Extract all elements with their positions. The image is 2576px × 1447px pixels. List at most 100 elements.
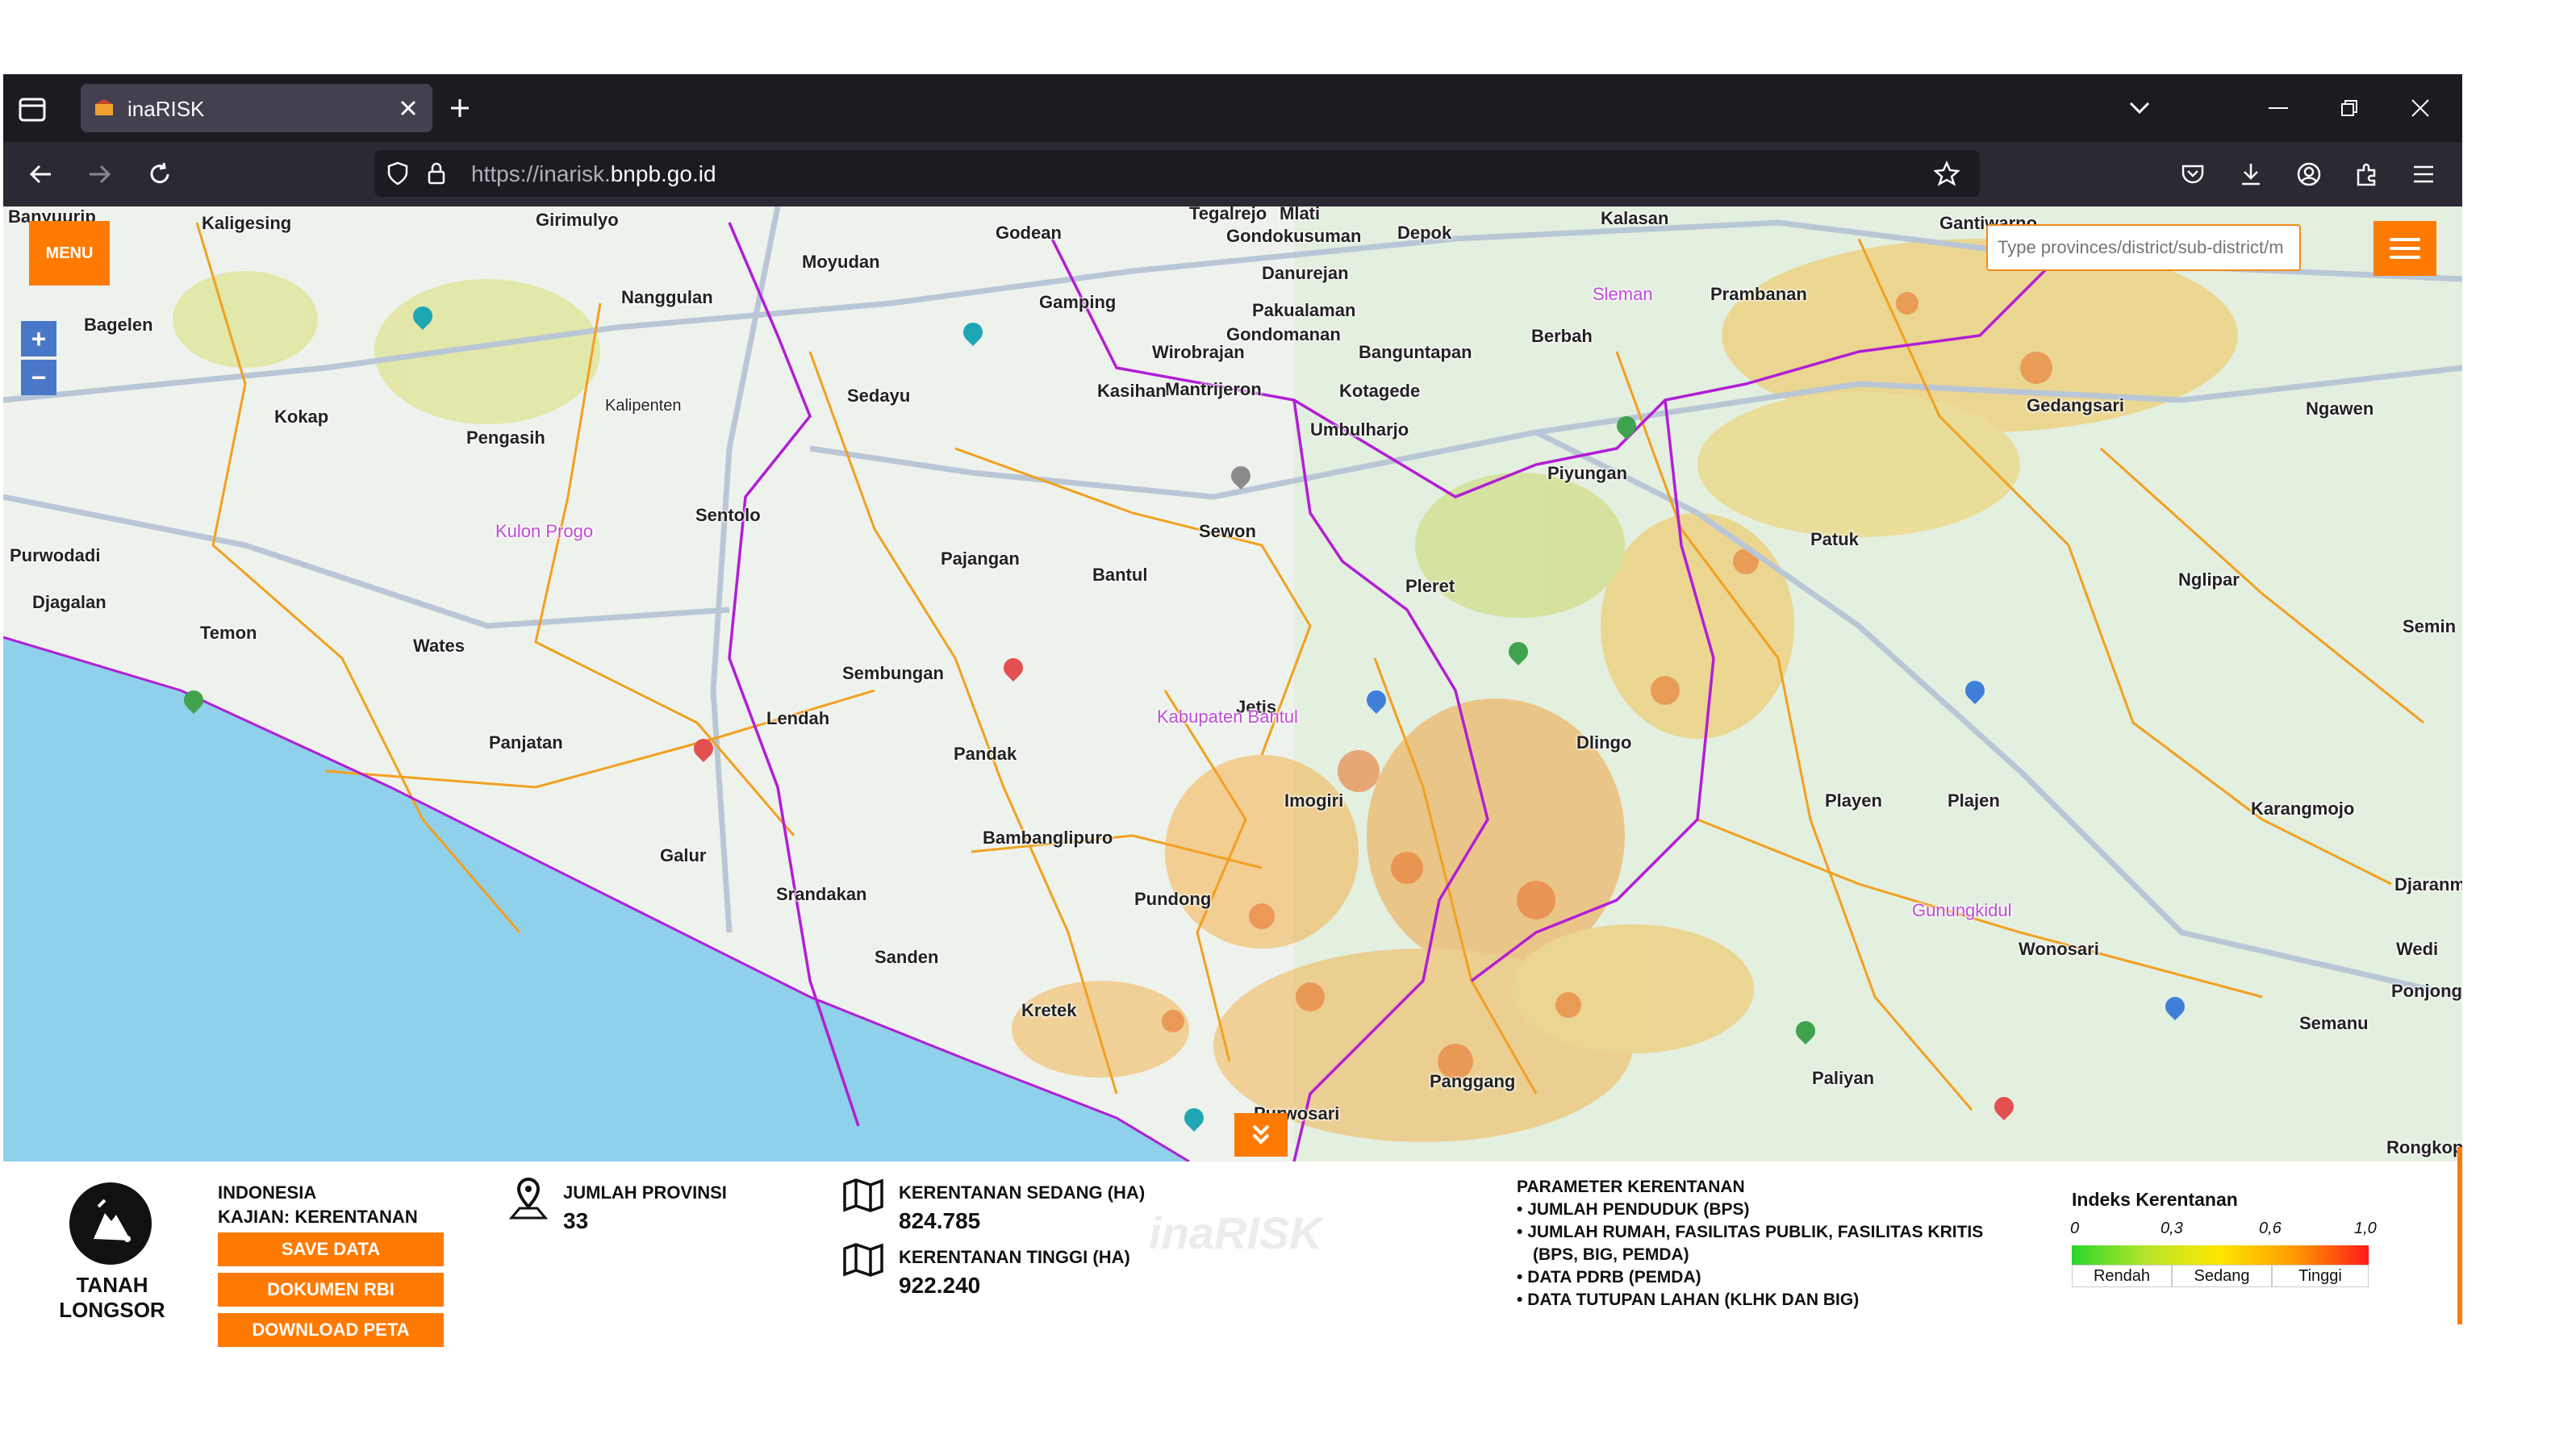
active-tab[interactable]: inaRISK [81,84,432,132]
place-label: Sembungan [842,663,944,683]
place-label: Galur [660,845,707,865]
place-label: Lendah [766,708,830,728]
place-label: Depok [1397,223,1452,243]
parameter-text: JUMLAH PENDUDUK (BPS) [1527,1200,1750,1219]
place-label: Piyungan [1547,463,1628,483]
place-label: Ponjong [2391,981,2462,1001]
place-label: Dlingo [1576,732,1632,753]
place-label: Kabupaten Bantul [1157,707,1298,727]
hamburger-line [2390,256,2420,259]
save-data-button[interactable]: SAVE DATA [218,1232,444,1266]
legend-class-medium: Sedang [2172,1265,2272,1287]
place-label: Nglipar [2178,569,2240,590]
place-label: Gondokusuman [1226,226,1362,246]
place-label: Girimulyo [536,210,619,230]
collapse-panel-button[interactable] [1234,1113,1288,1157]
place-label: Panggang [1430,1071,1516,1091]
region-search-input[interactable] [1986,224,2301,271]
pocket-icon[interactable] [2177,158,2209,190]
app-menu-icon[interactable] [2407,158,2440,190]
place-label: Plajen [1948,790,2000,811]
place-label: Wates [413,636,465,656]
rbi-document-button[interactable]: DOKUMEN RBI [218,1273,444,1307]
place-label: Sanden [875,947,939,967]
region-label: INDONESIA [218,1182,317,1203]
legend-gradient-bar [2072,1245,2369,1265]
navigation-bar: https://inarisk.bnpb.go.id [3,142,2462,206]
tab-overview-icon[interactable] [18,95,47,124]
layers-menu-button[interactable] [2374,221,2436,276]
place-label: Purwodadi [10,545,101,565]
place-label: Rongkop [2386,1137,2462,1157]
url-bar[interactable]: https://inarisk.bnpb.go.id [374,150,1980,197]
double-chevron-down-icon [1252,1124,1270,1145]
place-label: Godean [996,223,1062,243]
extensions-icon[interactable] [2351,158,2383,190]
list-all-tabs-icon[interactable] [2123,92,2156,124]
place-label: Gamping [1039,292,1117,312]
place-label: Bantul [1092,565,1148,585]
place-label: Semin [2403,616,2457,636]
legend-tick: 0 [2070,1220,2080,1237]
minimize-icon[interactable] [2262,92,2294,124]
account-icon[interactable] [2293,158,2325,190]
place-label: Pengasih [466,427,545,448]
place-label: Srandakan [776,884,867,904]
place-label: Imogiri [1284,790,1344,811]
shield-icon[interactable] [384,160,411,187]
parameter-item-continued: (BPS, BIG, PEMDA) [1533,1245,1689,1264]
place-label: Mantrijeron [1165,379,1262,399]
place-label: Playen [1825,790,1882,811]
back-icon[interactable] [24,158,56,190]
url-text[interactable]: https://inarisk.bnpb.go.id [471,161,716,187]
place-label: Panjatan [489,732,563,753]
forward-icon[interactable] [84,158,116,190]
legend-tick: 1,0 [2354,1220,2377,1237]
place-label: Kaligesing [202,213,292,233]
url-prefix: https://inarisk. [471,161,611,186]
place-label: Banguntapan [1359,342,1472,362]
place-label: Kokap [274,407,329,427]
downloads-icon[interactable] [2235,158,2267,190]
legend-title: Indeks Kerentanan [2072,1189,2238,1210]
restore-icon[interactable] [2333,92,2365,124]
legend-tick: 0,3 [2161,1220,2183,1237]
parameter-text: DATA PDRB (PEMDA) [1527,1268,1701,1286]
place-label: Mlati [1280,206,1321,223]
place-label: Djaranma [2394,874,2462,894]
parameter-text: DATA TUTUPAN LAHAN (KLHK DAN BIG) [1527,1291,1860,1309]
zoom-out-button[interactable]: − [21,360,56,395]
place-label: Gunungkidul [1912,900,2012,920]
hamburger-line [2390,247,2420,250]
place-label: Pandak [954,744,1017,764]
parameter-text: JUMLAH RUMAH, FASILITAS PUBLIK, FASILITA… [1527,1223,1984,1241]
inarisk-favicon-icon [94,98,115,119]
map-viewport[interactable]: Banyuurip Kaligesing Girimulyo Moyudan G… [3,206,2462,1161]
download-map-button[interactable]: DOWNLOAD PETA [218,1313,444,1347]
place-label: Wirobrajan [1152,342,1245,362]
lock-icon[interactable] [423,160,450,187]
place-label: Pundong [1134,889,1212,909]
close-window-icon[interactable] [2404,92,2436,124]
place-label: Kulon Progo [495,521,594,541]
place-label: Sleman [1593,284,1653,304]
browser-window: inaRISK https://inarisk.bnpb.go.id Banyu… [3,74,2462,1376]
place-label: Sewon [1199,521,1256,541]
place-label: Pleret [1405,576,1455,596]
map-medium-icon [842,1178,884,1213]
reload-icon[interactable] [144,158,176,190]
place-label: Bambanglipuro [983,828,1113,848]
place-label: Pakualaman [1252,300,1356,320]
place-label: Kotagede [1339,381,1421,401]
close-tab-icon[interactable] [395,95,421,121]
menu-button[interactable]: MENU [29,221,110,286]
place-label: Nanggulan [621,287,713,307]
medium-vulnerability-label: KERENTANAN SEDANG (HA) [899,1182,1146,1203]
bookmark-star-icon[interactable] [1931,158,1962,189]
tab-title: inaRISK [127,97,205,121]
place-label: Semanu [2299,1013,2369,1033]
info-panel: inaRISK TANAH LONGSOR INDONESIA KAJIAN: … [3,1161,2462,1376]
place-label: Prambanan [1710,284,1807,304]
zoom-in-button[interactable]: + [21,321,56,357]
new-tab-icon[interactable] [444,92,476,124]
